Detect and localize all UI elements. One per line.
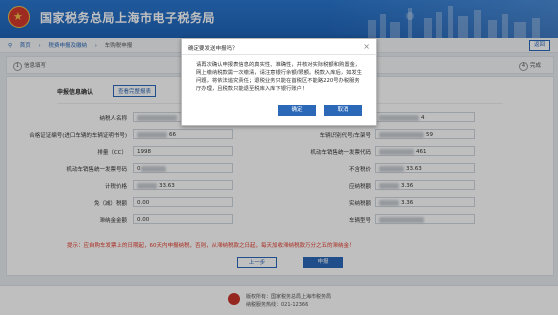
dialog-message: 请再次确认申报表信息的真实性、准确性，并核对实际税额和购置金，网上缴纳税款需一次…: [196, 62, 362, 92]
divider: [182, 54, 376, 55]
close-icon[interactable]: ×: [363, 42, 370, 51]
dialog-title: 确定要发送申报吗？: [188, 46, 238, 52]
confirm-dialog: 确定要发送申报吗？ × 请再次确认申报表信息的真实性、准确性，并核对实际税额和购…: [181, 38, 377, 126]
confirm-button[interactable]: 确定: [278, 105, 316, 116]
cancel-button[interactable]: 取消: [324, 105, 362, 116]
